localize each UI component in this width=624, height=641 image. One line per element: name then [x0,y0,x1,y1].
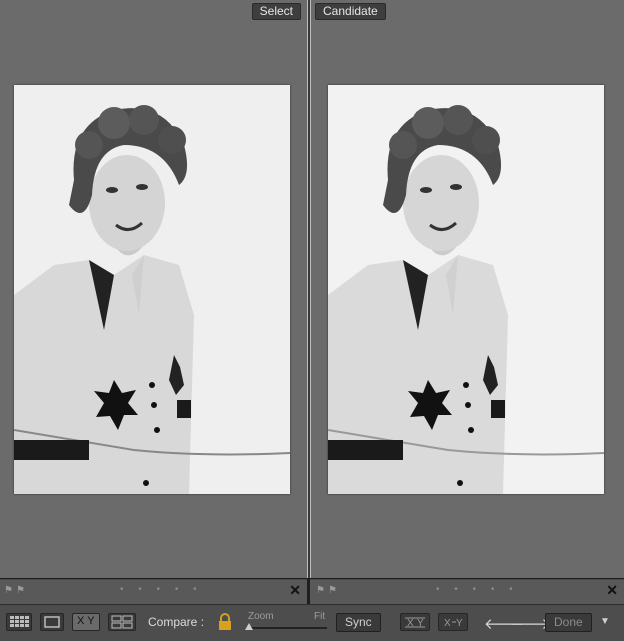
survey-view-button[interactable] [108,613,136,631]
loupe-icon [44,616,60,628]
compare-view-button[interactable]: X Y [72,613,100,631]
lock-icon[interactable] [218,612,232,632]
flag-reject-icon[interactable]: ⚑ [316,586,326,596]
flag-pick-icon[interactable]: ⚑ [328,586,338,596]
zoom-slider-track[interactable] [247,627,327,629]
compare-toolbar: X Y Compare : Zoom Fit Sync X Y X Y 🡐 🡒 … [0,604,624,641]
rating-dots[interactable]: • • • • • [436,584,519,595]
candidate-label: Candidate [315,3,386,20]
make-select-icon: X Y [444,618,463,629]
candidate-info-strip: ⚑ ⚑ • • • • • ✕ [310,579,624,604]
flag-reject-icon[interactable]: ⚑ [4,586,14,596]
done-button[interactable]: Done [545,613,592,632]
candidate-photo[interactable] [328,85,604,494]
rating-dots[interactable]: • • • • • [120,584,203,595]
close-icon[interactable]: ✕ [289,582,301,599]
candidate-pane[interactable]: Candidate [310,0,624,578]
close-icon[interactable]: ✕ [606,582,618,599]
select-info-strip: ⚑ ⚑ • • • • • ✕ [0,579,307,604]
svg-text:X: X [444,618,451,629]
grid-icon [10,616,29,627]
grid-view-button[interactable] [6,613,32,631]
xy-icon: X Y [77,615,95,627]
swap-button[interactable]: X Y [400,613,430,631]
swap-xy-icon: X Y [405,617,425,629]
loupe-view-button[interactable] [40,613,64,631]
make-select-button[interactable]: X Y [438,613,468,631]
svg-text:Y: Y [456,618,463,629]
portrait-image [14,85,290,494]
flag-pick-icon[interactable]: ⚑ [16,586,26,596]
fit-label: Fit [314,611,326,622]
survey-icon [111,615,133,629]
select-photo[interactable] [14,85,290,494]
zoom-slider-thumb[interactable] [245,623,253,630]
select-label: Select [251,3,301,20]
select-pane[interactable]: Select [0,0,308,578]
portrait-image [328,85,604,494]
compare-label: Compare : [148,615,205,629]
zoom-label: Zoom [248,611,274,622]
toolbar-menu-chevron-icon[interactable]: ▼ [600,616,610,627]
sync-button[interactable]: Sync [336,613,381,632]
